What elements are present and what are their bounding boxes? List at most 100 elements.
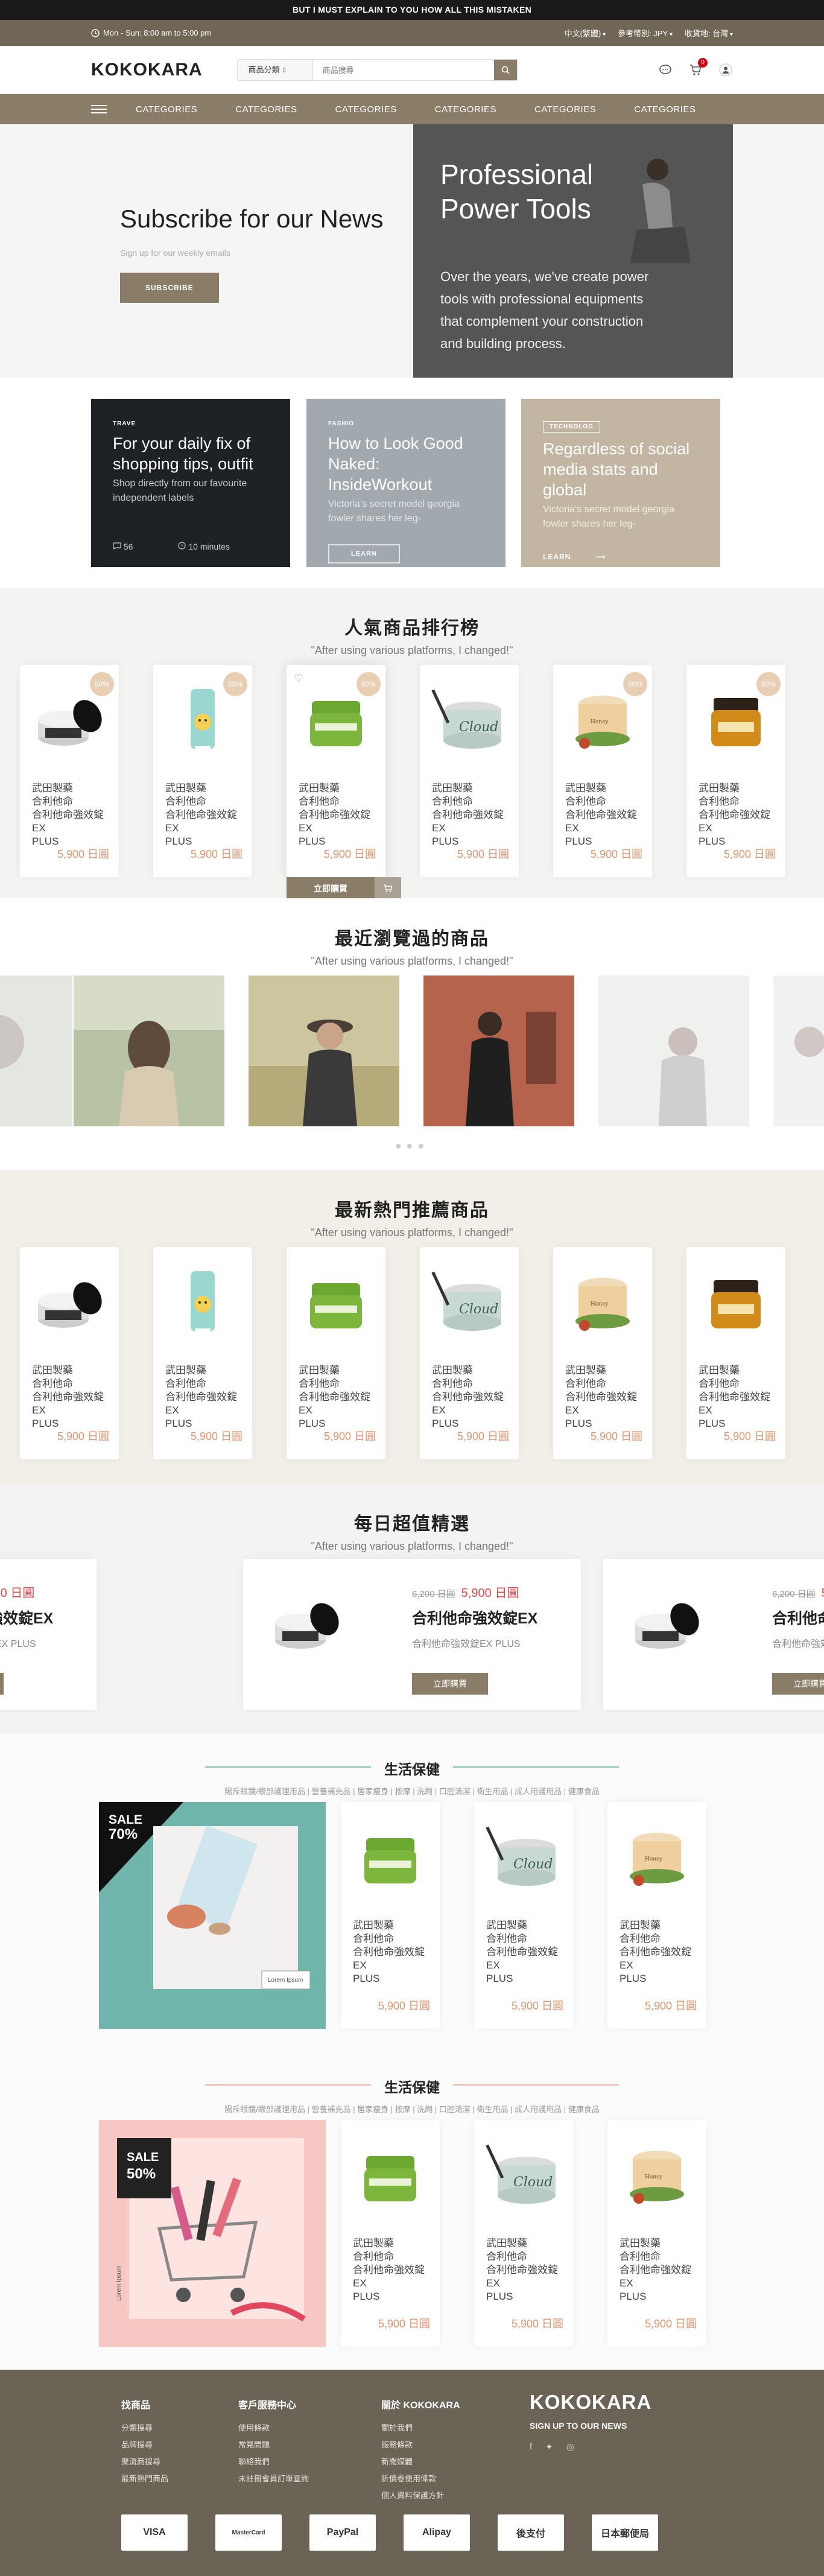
heart-icon[interactable]: ♡ [294,672,303,685]
arrow-right-icon[interactable]: ⟶ [595,553,606,561]
product-card[interactable]: 武田製藥 合利他命 合利他命強效錠EX PLUS 5,900 日圓 [686,1247,785,1459]
deal-image[interactable] [267,1589,358,1673]
category-links[interactable]: 陽斥眼鏡/眼部護理用品 | 營養補充品 | 居家瘦身 | 按摩 | 洗刷 | 口… [0,1785,824,1797]
buy-now-button[interactable]: 立即購買 [287,877,375,898]
product-image[interactable] [153,1247,252,1362]
product-image[interactable]: Honey [553,1247,652,1362]
product-image[interactable]: Honey [607,1802,706,1917]
product-card[interactable]: 武田製藥 合利他命 合利他命強效錠EX PLUS 5,900 日圓 [287,1247,385,1459]
product-card[interactable]: 武田製藥 合利他命 合利他命強效錠EX PLUS 5,900 日圓 [341,2120,440,2347]
product-image[interactable] [341,1802,440,1917]
category-banner[interactable]: SALE 70% Lorem Ipsum [99,1802,326,2029]
deal-image[interactable] [627,1589,718,1673]
recent-item-photo[interactable] [773,976,824,1126]
blog-card[interactable]: TECHNOLOG Regardless of social media sta… [521,399,720,567]
carousel-dots[interactable]: ●●● [0,1140,824,1152]
footer-link[interactable]: 使用條款 [238,2420,309,2437]
product-card[interactable]: 50% 武田製藥 合利他命 合利他命強效錠EX PLUS 5,900 日圓 [20,665,119,877]
product-image[interactable] [341,2120,440,2235]
footer-link[interactable]: 折價卷使用條款 [381,2470,460,2487]
blog-card[interactable]: TRAVE For your daily fix of shopping tip… [91,399,290,567]
product-image[interactable]: Honey [607,2120,706,2235]
nav-item-categories[interactable]: CATEGORIES [435,104,496,115]
footer-link[interactable]: 常見問題 [238,2437,309,2454]
product-card[interactable]: Cloud 武田製藥 合利他命 合利他命強效錠EX PLUS 5,900 日圓 [474,2120,573,2347]
product-brand: 武田製藥 [353,1920,394,1931]
deal-card[interactable]: 6,200 日圓5,900 日圓 合利他命強效錠EX 合利他命強效錠EX PLU… [603,1559,824,1710]
product-card[interactable]: 武田製藥 合利他命 合利他命強效錠EX PLUS 5,900 日圓 [153,1247,252,1459]
footer-link[interactable]: 新聞媒體 [381,2454,460,2470]
footer-link[interactable]: 聯絡我們 [238,2454,309,2470]
search-button[interactable] [493,60,517,80]
product-card[interactable]: Cloud 武田製藥 合利他命 合利他命強效錠EX PLUS 5,900 日圓 [474,1802,573,2029]
product-carousel: 50% 武田製藥 合利他命 合利他命強效錠EX PLUS 5,900 日圓 50%… [20,665,785,898]
recent-item-photo[interactable] [598,976,749,1126]
menu-icon[interactable] [91,94,107,124]
subscribe-button[interactable]: SUBSCRIBE [120,273,219,303]
facebook-icon[interactable]: f [530,2441,532,2452]
product-card[interactable]: 武田製藥 合利他命 合利他命強效錠EX PLUS 5,900 日圓 [20,1247,119,1459]
product-price: 5,900 日圓 [644,2318,697,2330]
product-image[interactable] [20,1247,119,1362]
product-image[interactable]: Cloud [420,1247,519,1362]
deal-card[interactable]: 6,200 日圓5,900 日圓 合利他命強效錠EX 合利他命強效錠EX PLU… [0,1559,97,1710]
product-card[interactable]: Honey 武田製藥 合利他命 合利他命強效錠EX PLUS 5,900 日圓 [607,1802,706,2029]
footer-link[interactable]: 分類搜尋 [121,2420,168,2437]
currency-select[interactable]: 參考幣別: JPY [618,27,673,39]
recent-item-photo[interactable] [423,976,574,1126]
product-card[interactable]: 武田製藥 合利他命 合利他命強效錠EX PLUS 5,900 日圓 [341,1802,440,2029]
product-image[interactable]: Cloud [474,2120,573,2235]
product-card[interactable]: Cloud 武田製藥 合利他命 合利他命強效錠EX PLUS 5,900 日圓 [420,1247,519,1459]
account-button[interactable] [718,63,733,77]
nav-item-categories[interactable]: CATEGORIES [136,104,197,115]
newsletter-signup[interactable]: SIGN UP TO OUR NEWS [530,2421,651,2431]
buy-now-button[interactable]: 立即購買 [0,1673,4,1695]
product-card[interactable]: Cloud 武田製藥 合利他命 合利他命強效錠EX PLUS 5,900 日圓 [420,665,519,877]
language-select[interactable]: 中文(繁體) [565,27,606,39]
footer-link[interactable]: 服務條款 [381,2437,460,2454]
product-image[interactable]: Cloud [420,665,519,779]
product-line: 合利他命 [353,2251,394,2262]
footer-link[interactable]: 未註冊會員訂單查詢 [238,2470,309,2487]
recent-item-photo[interactable] [249,976,399,1126]
add-to-cart-button[interactable] [375,877,401,898]
product-image[interactable]: Cloud [474,1802,573,1917]
promo-banner[interactable]: Professional Power Tools Over the years,… [413,124,733,378]
site-logo[interactable]: KOKOKARA [91,60,203,80]
region-select[interactable]: 收貨地: 台灣 [685,27,733,39]
product-card[interactable]: 50% 武田製藥 合利他命 合利他命強效錠EX PLUS 5,900 日圓 [686,665,785,877]
recent-item-photo[interactable] [0,976,72,1126]
category-banner[interactable]: SALE 50% Lorem Ipsum [99,2120,326,2347]
nav-item-categories[interactable]: CATEGORIES [235,104,297,115]
product-image[interactable] [287,1247,385,1362]
learn-button[interactable]: LEARN [543,553,571,561]
product-card[interactable]: Honey 武田製藥 合利他命 合利他命強效錠EX PLUS 5,900 日圓 [607,2120,706,2347]
product-card[interactable]: 50% Honey 武田製藥 合利他命 合利他命強效錠EX PLUS 5,900… [553,665,652,877]
category-links[interactable]: 陽斥眼鏡/眼部護理用品 | 營養補充品 | 居家瘦身 | 按摩 | 洗刷 | 口… [0,2103,824,2114]
search-input[interactable] [312,60,494,80]
footer-logo[interactable]: KOKOKARA [530,2391,651,2414]
chat-button[interactable] [658,63,673,77]
deal-card[interactable]: 6,200 日圓5,900 日圓 合利他命強效錠EX 合利他命強效錠EX PLU… [243,1559,581,1710]
footer-link[interactable]: 最新熱門商品 [121,2470,168,2487]
footer-link[interactable]: 聚流商搜尋 [121,2454,168,2470]
product-card[interactable]: 50% 武田製藥 合利他命 合利他命強效錠EX PLUS 5,900 日圓 [153,665,252,877]
footer-link[interactable]: 關於我們 [381,2420,460,2437]
product-card[interactable]: 50% ♡ 武田製藥 合利他命 合利他命強效錠EX PLUS 5,900 日圓 立即… [287,665,401,898]
blog-card[interactable]: FASHIO How to Look Good Naked: InsideWor… [306,399,505,567]
instagram-icon[interactable]: ◎ [566,2441,574,2452]
search-category-select[interactable]: 商品分類 [237,60,313,80]
twitter-icon[interactable]: ✦ [545,2441,553,2452]
buy-now-button[interactable]: 立即購買 [772,1673,824,1695]
product-image[interactable] [686,1247,785,1362]
buy-now-button[interactable]: 立即購買 [412,1673,488,1695]
product-card[interactable]: Honey 武田製藥 合利他命 合利他命強效錠EX PLUS 5,900 日圓 [553,1247,652,1459]
cart-button[interactable]: 0 [688,58,708,77]
nav-item-categories[interactable]: CATEGORIES [335,104,397,115]
recent-item-photo[interactable] [74,976,224,1126]
footer-link[interactable]: 個人資料保護方針 [381,2487,460,2504]
nav-item-categories[interactable]: CATEGORIES [534,104,596,115]
nav-item-categories[interactable]: CATEGORIES [634,104,696,115]
footer-link[interactable]: 品牌搜尋 [121,2437,168,2454]
learn-button[interactable]: LEARN [328,544,400,563]
